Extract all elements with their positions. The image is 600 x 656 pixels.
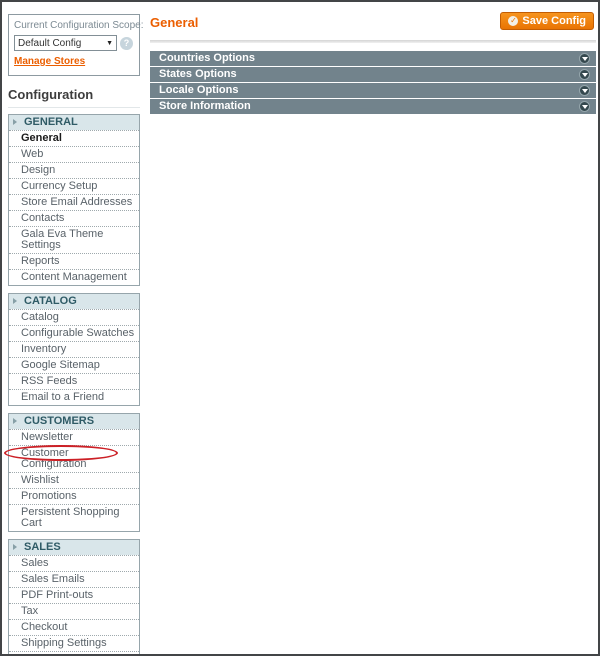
section-header-locale-options[interactable]: Locale Options <box>150 83 596 98</box>
page-title: General <box>150 15 199 30</box>
collapse-toggle-icon[interactable] <box>579 69 590 80</box>
sidebar-item-gala-eva-theme-settings[interactable]: Gala Eva Theme Settings <box>9 226 139 253</box>
collapse-toggle-icon[interactable] <box>579 53 590 64</box>
nav-group-header-sales: SALES <box>9 540 139 555</box>
sidebar-item-rss-feeds[interactable]: RSS Feeds <box>9 373 139 389</box>
sidebar-item-checkout[interactable]: Checkout <box>9 619 139 635</box>
save-button-label: Save Config <box>522 15 586 27</box>
title-divider <box>150 40 596 43</box>
sidebar-item-google-sitemap[interactable]: Google Sitemap <box>9 357 139 373</box>
manage-stores-link[interactable]: Manage Stores <box>14 56 85 67</box>
section-label: States Options <box>159 68 237 80</box>
sidebar-item-email-to-a-friend[interactable]: Email to a Friend <box>9 389 139 405</box>
sidebar-item-catalog[interactable]: Catalog <box>9 309 139 325</box>
collapse-toggle-icon[interactable] <box>579 101 590 112</box>
magento-admin-configuration-page: Current Configuration Scope: Default Con… <box>0 0 600 656</box>
sidebar-title: Configuration <box>8 87 140 108</box>
section-header-store-information[interactable]: Store Information <box>150 99 596 114</box>
scope-select[interactable]: Default Config ▼ <box>14 35 117 51</box>
sidebar-item-currency-setup[interactable]: Currency Setup <box>9 178 139 194</box>
nav-group-header-general: GENERAL <box>9 115 139 130</box>
nav-group-header-customers: CUSTOMERS <box>9 414 139 429</box>
config-nav: GENERAL General Web Design Currency Setup Sto… <box>4 114 140 654</box>
nav-group-label: CUSTOMERS <box>24 415 95 427</box>
sidebar-item-persistent-shopping-cart[interactable]: Persistent Shopping Cart <box>9 504 139 531</box>
sidebar-item-sales[interactable]: Sales <box>9 555 139 571</box>
help-icon[interactable]: ? <box>120 36 133 50</box>
nav-group-label: CATALOG <box>24 295 77 307</box>
scope-select-value: Default Config <box>18 37 82 49</box>
sidebar-item-promotions[interactable]: Promotions <box>9 488 139 504</box>
save-config-button[interactable]: ✓ Save Config <box>500 12 594 30</box>
nav-group-sales: SALES Sales Sales Emails PDF Print-outs Tax C… <box>8 539 140 654</box>
sidebar-item-wishlist[interactable]: Wishlist <box>9 472 139 488</box>
sidebar-item-sales-emails[interactable]: Sales Emails <box>9 571 139 587</box>
sidebar-item-general[interactable]: General <box>9 130 139 146</box>
configuration-sidebar: Current Configuration Scope: Default Con… <box>4 14 144 654</box>
section-label: Countries Options <box>159 52 255 64</box>
nav-group-general: GENERAL General Web Design Currency Setup Sto… <box>8 114 140 286</box>
section-header-states-options[interactable]: States Options <box>150 67 596 82</box>
nav-group-catalog: CATALOG Catalog Configurable Swatches Inven… <box>8 293 140 406</box>
collapse-toggle-icon[interactable] <box>579 85 590 96</box>
sidebar-item-shipping-methods[interactable]: Shipping Methods <box>9 651 139 654</box>
sidebar-item-store-email-addresses[interactable]: Store Email Addresses <box>9 194 139 210</box>
main-content: General ✓ Save Config Countries Options S… <box>150 12 596 115</box>
sidebar-item-tax[interactable]: Tax <box>9 603 139 619</box>
sidebar-item-design[interactable]: Design <box>9 162 139 178</box>
section-header-countries-options[interactable]: Countries Options <box>150 51 596 66</box>
nav-group-label: GENERAL <box>24 116 78 128</box>
nav-group-label: SALES <box>24 541 61 553</box>
save-check-icon: ✓ <box>508 16 519 26</box>
annotation-ellipse <box>4 445 118 461</box>
sidebar-item-contacts[interactable]: Contacts <box>9 210 139 226</box>
sidebar-item-customer-configuration[interactable]: Customer Configuration <box>4 445 139 472</box>
scope-label: Current Configuration Scope: <box>14 20 144 31</box>
configuration-scope-panel: Current Configuration Scope: Default Con… <box>8 14 144 76</box>
triangle-right-icon <box>13 418 17 424</box>
nav-group-customers: CUSTOMERS Newsletter Customer Configuratio… <box>4 413 140 532</box>
triangle-right-icon <box>13 119 17 125</box>
section-label: Store Information <box>159 100 251 112</box>
sidebar-item-pdf-print-outs[interactable]: PDF Print-outs <box>9 587 139 603</box>
sidebar-item-content-management[interactable]: Content Management <box>9 269 139 285</box>
triangle-right-icon <box>13 544 17 550</box>
sidebar-item-web[interactable]: Web <box>9 146 139 162</box>
sidebar-item-inventory[interactable]: Inventory <box>9 341 139 357</box>
nav-group-header-catalog: CATALOG <box>9 294 139 309</box>
sidebar-item-newsletter[interactable]: Newsletter <box>9 429 139 445</box>
sidebar-item-reports[interactable]: Reports <box>9 253 139 269</box>
triangle-right-icon <box>13 298 17 304</box>
section-label: Locale Options <box>159 84 239 96</box>
settings-accordion: Countries Options States Options Locale Op… <box>150 51 596 114</box>
sidebar-item-shipping-settings[interactable]: Shipping Settings <box>9 635 139 651</box>
chevron-down-icon: ▼ <box>106 39 113 47</box>
sidebar-item-configurable-swatches[interactable]: Configurable Swatches <box>9 325 139 341</box>
